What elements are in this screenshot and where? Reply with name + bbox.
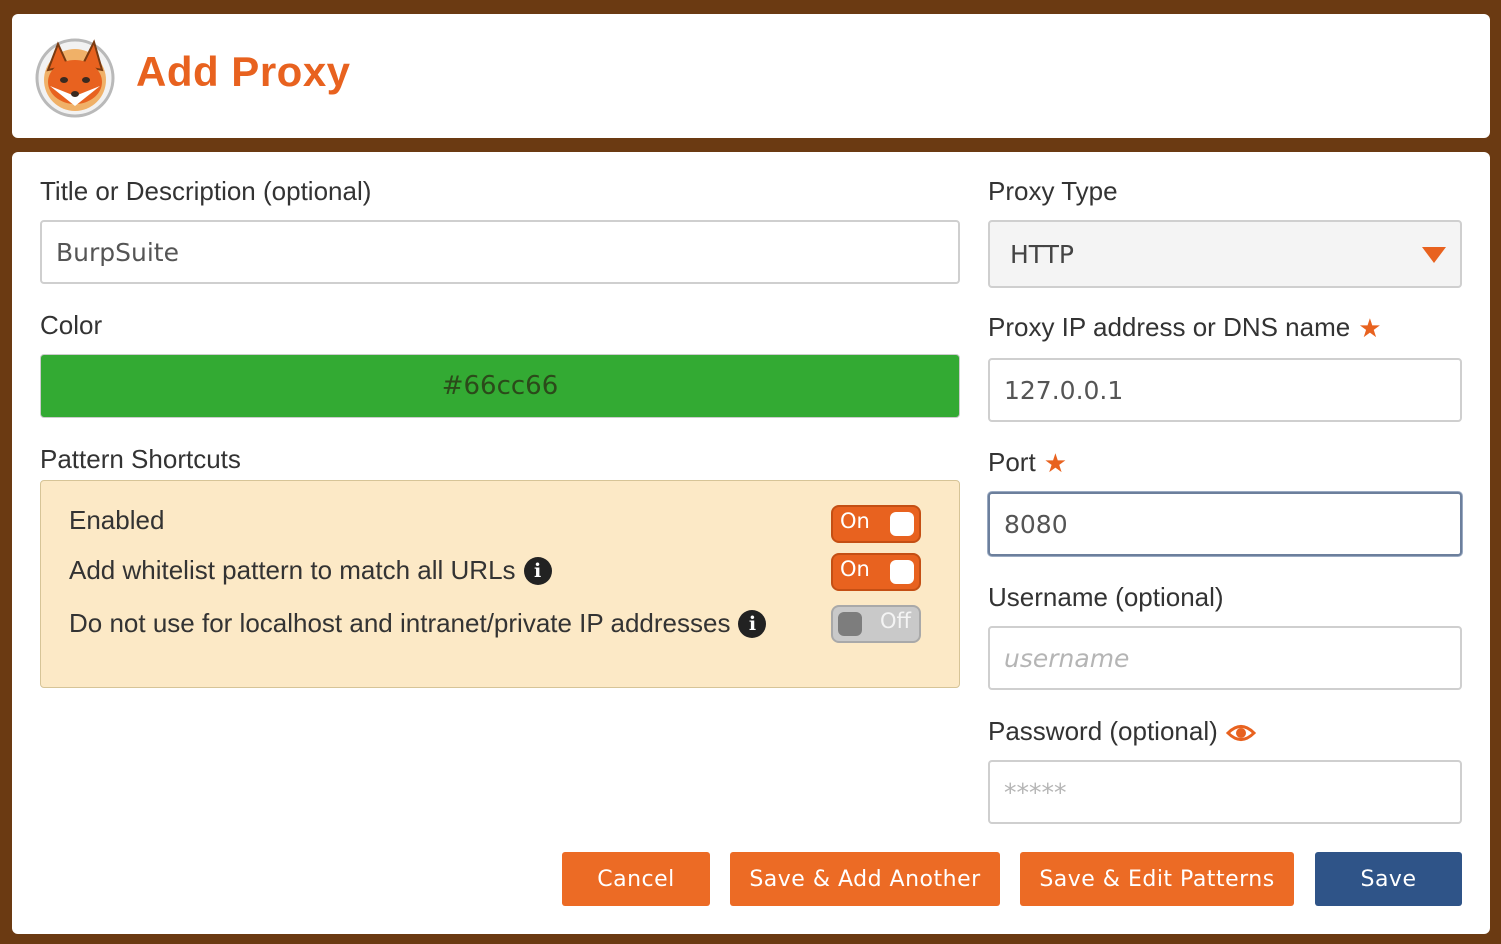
color-value: #66cc66 [441, 371, 559, 401]
star-icon: ★ [1043, 448, 1067, 478]
add-proxy-form: Title or Description (optional) BurpSuit… [12, 152, 1490, 934]
shortcut-whitelist-row: Add whitelist pattern to match all URLs … [69, 555, 552, 586]
proxy-type-select[interactable]: HTTP [988, 220, 1462, 288]
password-placeholder: ***** [1004, 777, 1067, 807]
color-label: Color [40, 310, 103, 340]
username-input[interactable]: username [988, 626, 1462, 690]
proxy-ip-input[interactable]: 127.0.0.1 [988, 358, 1462, 422]
username-label: Username (optional) [988, 582, 1224, 612]
port-label: Port ★ [988, 447, 1067, 479]
fox-logo-icon [35, 38, 115, 118]
enabled-toggle[interactable]: On [831, 505, 921, 543]
password-label-text: Password (optional) [988, 716, 1218, 746]
info-icon[interactable]: i [523, 556, 552, 585]
chevron-down-icon [1422, 247, 1446, 263]
whitelist-toggle-state: On [840, 557, 870, 581]
save-edit-patterns-button[interactable]: Save & Edit Patterns [1020, 852, 1294, 906]
password-label: Password (optional) [988, 716, 1256, 747]
toggle-knob [890, 560, 914, 584]
port-value: 8080 [1004, 509, 1068, 539]
port-input[interactable]: 8080 [988, 492, 1462, 556]
info-icon[interactable]: i [738, 609, 767, 638]
star-icon: ★ [1358, 313, 1382, 343]
pattern-shortcuts-label: Pattern Shortcuts [40, 444, 241, 474]
eye-icon[interactable] [1225, 722, 1256, 744]
shortcut-whitelist-label: Add whitelist pattern to match all URLs [69, 555, 516, 585]
app-title: Add Proxy [136, 48, 351, 95]
proxy-ip-label-text: Proxy IP address or DNS name [988, 312, 1351, 342]
shortcut-enabled-label: Enabled [69, 505, 165, 535]
proxy-ip-label: Proxy IP address or DNS name ★ [988, 312, 1382, 344]
title-label: Title or Description (optional) [40, 176, 372, 206]
toggle-knob [838, 612, 862, 636]
shortcut-enabled-row: Enabled [69, 505, 164, 536]
save-button[interactable]: Save [1315, 852, 1462, 906]
whitelist-toggle[interactable]: On [831, 553, 921, 591]
header-bar: Add Proxy [12, 14, 1490, 138]
username-placeholder: username [1004, 643, 1130, 673]
localhost-toggle[interactable]: Off [831, 605, 921, 643]
port-label-text: Port [988, 447, 1036, 477]
password-input[interactable]: ***** [988, 760, 1462, 824]
toggle-knob [890, 512, 914, 536]
title-input[interactable]: BurpSuite [40, 220, 960, 284]
proxy-type-value: HTTP [1010, 239, 1074, 269]
localhost-toggle-state: Off [880, 609, 911, 633]
proxy-type-label: Proxy Type [988, 176, 1118, 206]
color-picker[interactable]: #66cc66 [40, 354, 960, 418]
title-input-value: BurpSuite [56, 237, 179, 267]
save-add-another-button[interactable]: Save & Add Another [730, 852, 1000, 906]
pattern-shortcuts-panel: Enabled On Add whitelist pattern to matc… [40, 480, 960, 688]
shortcut-localhost-row: Do not use for localhost and intranet/pr… [69, 608, 767, 639]
shortcut-localhost-label: Do not use for localhost and intranet/pr… [69, 608, 731, 638]
cancel-button[interactable]: Cancel [562, 852, 710, 906]
proxy-ip-value: 127.0.0.1 [1004, 375, 1124, 405]
enabled-toggle-state: On [840, 509, 870, 533]
